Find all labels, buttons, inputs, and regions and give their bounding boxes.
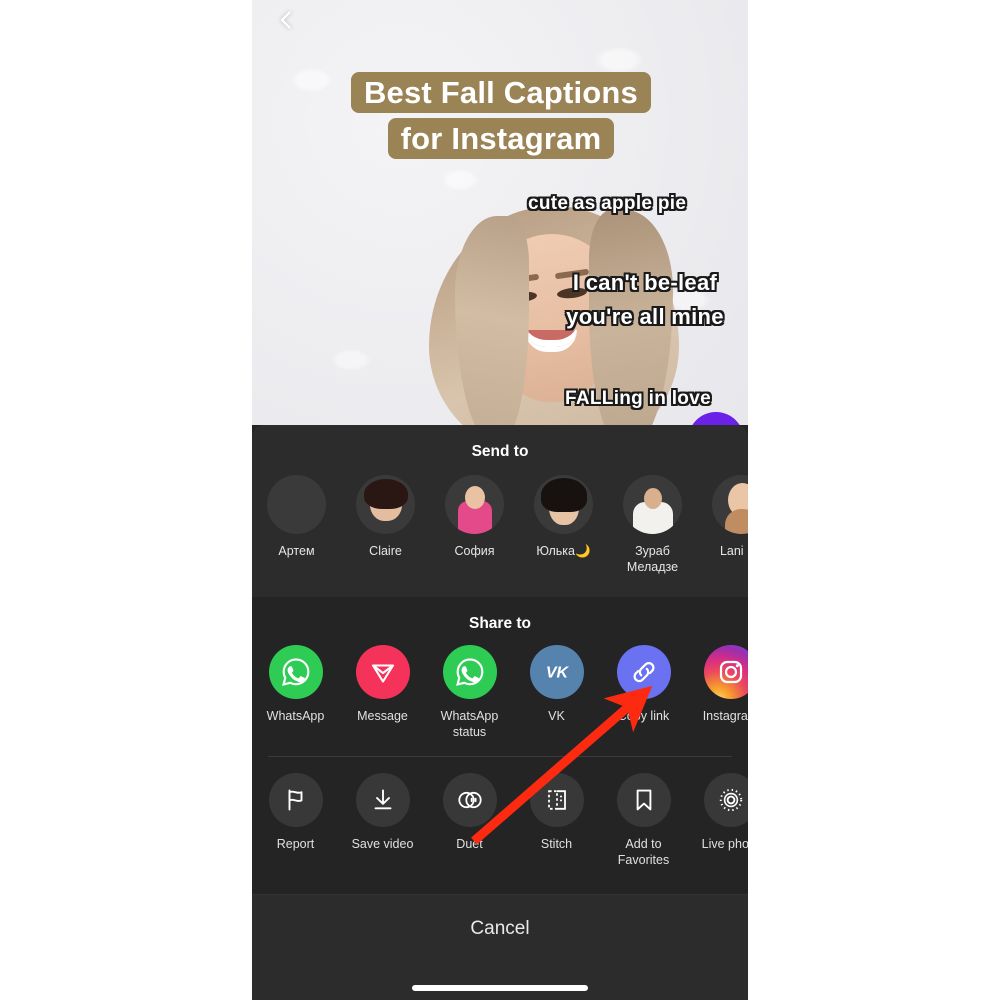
action-label: Report xyxy=(276,837,315,851)
action-label: Live photo xyxy=(701,837,748,851)
share-option-label: Instagram xyxy=(702,709,748,723)
flag-icon xyxy=(268,773,323,827)
action-save-video[interactable]: Save video xyxy=(339,773,426,868)
home-indicator xyxy=(412,985,588,991)
contact-yulka[interactable]: Юлька🌙 xyxy=(519,475,608,575)
share-to-apps-row[interactable]: WhatsApp Message WhatsApp status VK VK C… xyxy=(252,633,748,740)
action-duet[interactable]: Duet xyxy=(426,773,513,868)
share-option-whatsapp-status[interactable]: WhatsApp status xyxy=(426,645,513,740)
whatsapp-icon xyxy=(442,645,497,699)
stitch-icon xyxy=(529,773,584,827)
action-label: Stitch xyxy=(540,837,573,851)
contact-name: Зураб Меладзе xyxy=(626,544,679,574)
contact-sofia[interactable]: София xyxy=(430,475,519,575)
message-icon xyxy=(355,645,410,699)
contact-name: София xyxy=(454,544,495,558)
share-option-whatsapp[interactable]: WhatsApp xyxy=(252,645,339,740)
avatar xyxy=(534,475,593,534)
contact-zurab-meladze[interactable]: Зураб Меладзе xyxy=(608,475,697,575)
contact-name: Артем xyxy=(278,544,315,558)
action-label: Duet xyxy=(456,837,483,851)
contact-claire[interactable]: Claire xyxy=(341,475,430,575)
avatar xyxy=(712,475,748,534)
send-to-title: Send to xyxy=(471,443,529,460)
video-caption-title: Best Fall Captions for Instagram xyxy=(336,70,666,162)
video-caption-1: cute as apple pie xyxy=(528,193,687,214)
video-caption-title-text: Best Fall Captions for Instagram xyxy=(350,72,652,159)
send-to-contacts-row[interactable]: Артем Claire София Юлька🌙 Зураб Меладзе … xyxy=(252,461,748,575)
share-option-label: Message xyxy=(357,709,408,723)
link-icon xyxy=(616,645,671,699)
share-option-label: WhatsApp xyxy=(266,709,325,723)
cancel-button[interactable]: Cancel xyxy=(252,895,748,940)
svg-text:VK: VK xyxy=(545,664,569,682)
share-option-label: Copy link xyxy=(617,709,670,723)
share-to-section: Share to WhatsApp Message WhatsApp statu… xyxy=(252,597,748,868)
share-sheet: Send to Артем Claire София Юлька🌙 Зураб … xyxy=(252,425,748,1000)
bookmark-icon xyxy=(616,773,671,827)
avatar xyxy=(267,475,326,534)
contact-name: Claire xyxy=(369,544,402,558)
video-caption-2: I can't be-leaf you're all mine xyxy=(566,270,724,329)
action-add-to-favorites[interactable]: Add to Favorites xyxy=(600,773,687,868)
contact-name: Юлька🌙 xyxy=(536,544,591,558)
action-label: Save video xyxy=(351,837,414,851)
vk-icon: VK xyxy=(529,645,584,699)
avatar xyxy=(623,475,682,534)
share-option-label: WhatsApp status xyxy=(440,709,499,739)
send-to-panel: Send to Артем Claire София Юлька🌙 Зураб … xyxy=(252,425,748,597)
download-icon xyxy=(355,773,410,827)
instagram-icon xyxy=(703,645,748,699)
contact-artem[interactable]: Артем xyxy=(252,475,341,575)
contact-name: Lani Ra xyxy=(719,544,748,558)
action-live-photo[interactable]: Live photo xyxy=(687,773,748,868)
contact-lani-ra[interactable]: Lani Ra xyxy=(697,475,748,575)
screenshot-root: Best Fall Captions for Instagram cute as… xyxy=(0,0,1000,1000)
phone-screen: Best Fall Captions for Instagram cute as… xyxy=(252,0,748,1000)
live-photo-icon xyxy=(703,773,748,827)
avatar xyxy=(356,475,415,534)
action-label: Add to Favorites xyxy=(617,837,670,867)
share-to-title: Share to xyxy=(468,615,531,632)
action-stitch[interactable]: Stitch xyxy=(513,773,600,868)
whatsapp-icon xyxy=(268,645,323,699)
share-option-message[interactable]: Message xyxy=(339,645,426,740)
chevron-left-icon[interactable] xyxy=(274,8,298,32)
share-option-label: VK xyxy=(548,709,565,723)
avatar xyxy=(445,475,504,534)
video-caption-3: FALLing in love xyxy=(565,388,711,409)
action-report[interactable]: Report xyxy=(252,773,339,868)
share-option-instagram[interactable]: Instagram xyxy=(687,645,748,740)
share-option-copy-link[interactable]: Copy link xyxy=(600,645,687,740)
duet-icon xyxy=(442,773,497,827)
actions-row[interactable]: Report Save video Duet Stitch Add to Fav… xyxy=(252,757,748,868)
share-option-vk[interactable]: VK VK xyxy=(513,645,600,740)
cancel-section: Cancel xyxy=(252,894,748,1000)
